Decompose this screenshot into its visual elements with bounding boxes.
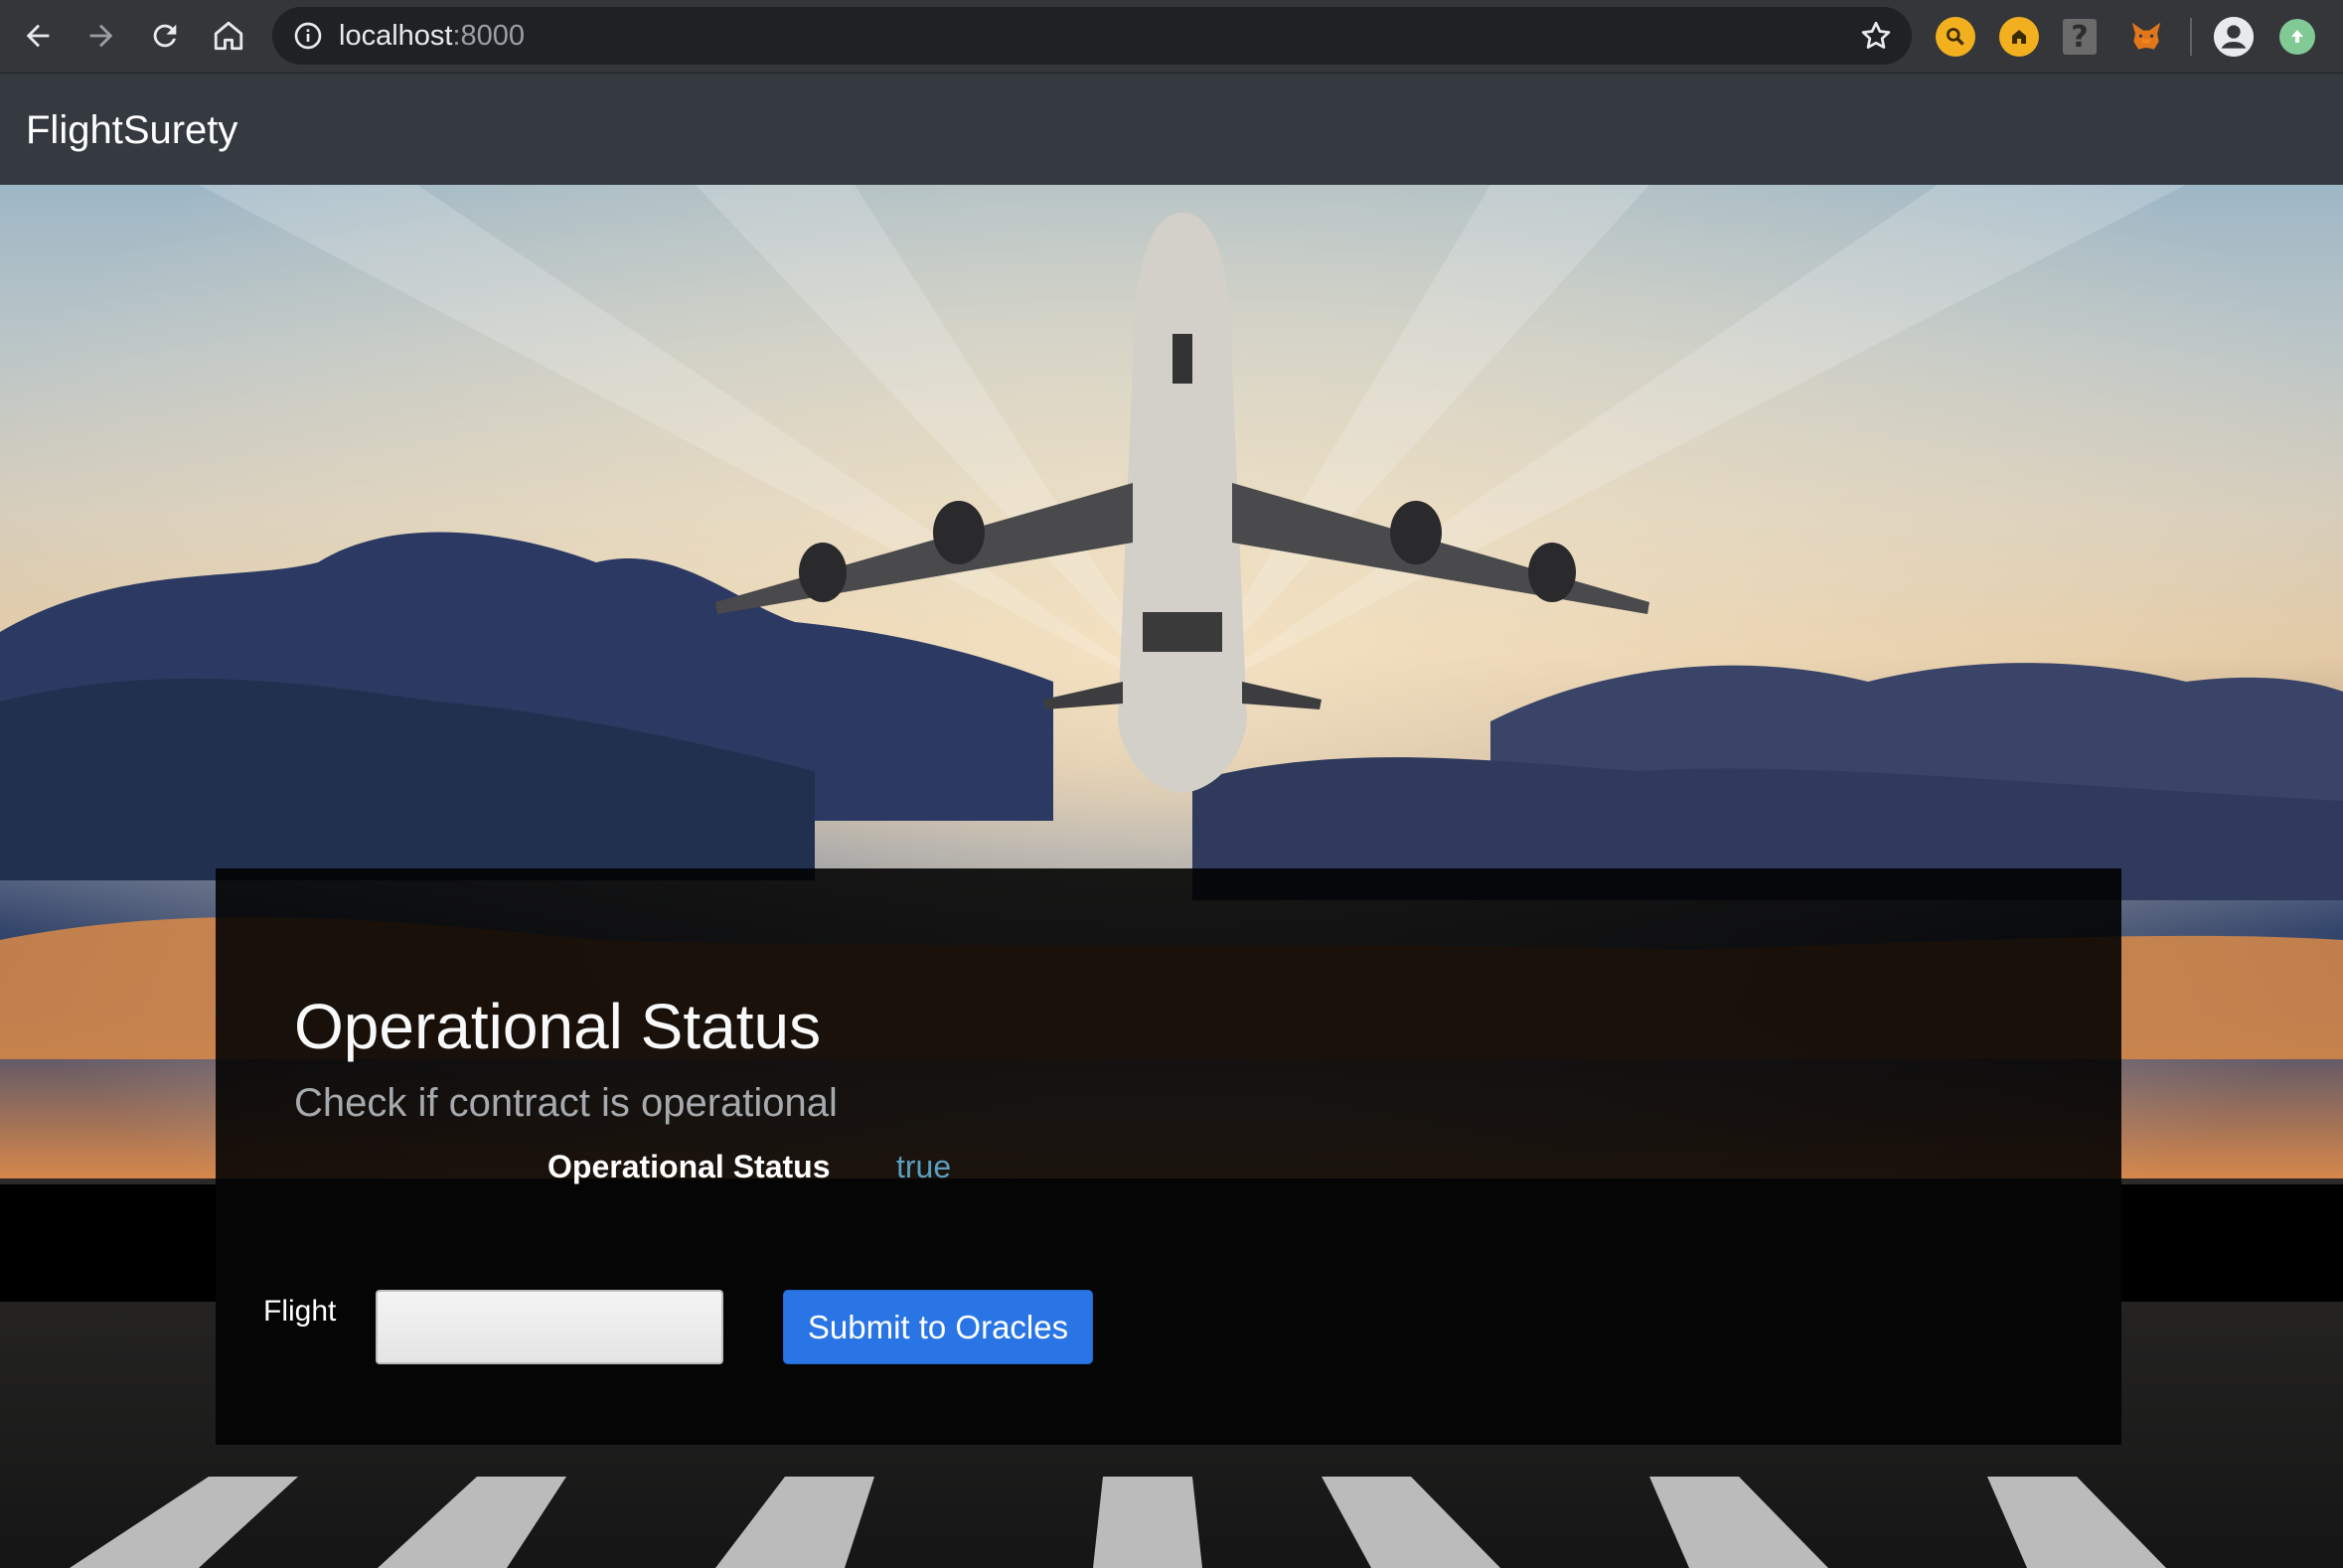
star-icon[interactable] xyxy=(1858,18,1894,54)
address-bar[interactable]: localhost:8000 xyxy=(272,7,1912,65)
status-heading: Operational Status xyxy=(294,991,822,1062)
browser-toolbar: localhost:8000 ? xyxy=(0,0,2343,74)
reload-icon xyxy=(153,24,177,48)
account-icon[interactable] xyxy=(2214,17,2254,57)
status-subheading: Check if contract is operational xyxy=(294,1081,838,1125)
update-icon[interactable] xyxy=(2279,19,2315,55)
home-icon xyxy=(214,21,243,51)
home-button[interactable] xyxy=(205,12,252,60)
info-icon[interactable] xyxy=(292,20,324,52)
url-text[interactable]: localhost:8000 xyxy=(339,20,525,52)
arrow-left-icon xyxy=(26,24,50,48)
operational-status-value: true xyxy=(896,1149,952,1184)
url-port: :8000 xyxy=(452,20,526,52)
reload-button[interactable] xyxy=(141,12,189,60)
toolbar-separator xyxy=(2190,18,2192,56)
operational-status-label: Operational Status xyxy=(547,1149,831,1184)
flight-input[interactable] xyxy=(376,1290,723,1364)
back-button[interactable] xyxy=(14,12,62,60)
unknown-extension-icon[interactable]: ? xyxy=(2063,19,2097,55)
navbar-brand[interactable]: FlightSurety xyxy=(26,107,237,153)
flight-label: Flight xyxy=(263,1295,337,1328)
arrow-right-icon xyxy=(89,24,113,48)
magnifier-extension-icon[interactable] xyxy=(1936,17,1975,57)
forward-button[interactable] xyxy=(78,12,125,60)
url-host: localhost xyxy=(339,20,453,52)
app-navbar: FlightSurety xyxy=(0,74,2343,185)
submit-to-oracles-button[interactable]: Submit to Oracles xyxy=(783,1290,1093,1364)
metamask-fox-icon[interactable] xyxy=(2126,17,2166,57)
home-extension-icon[interactable] xyxy=(1999,17,2039,57)
